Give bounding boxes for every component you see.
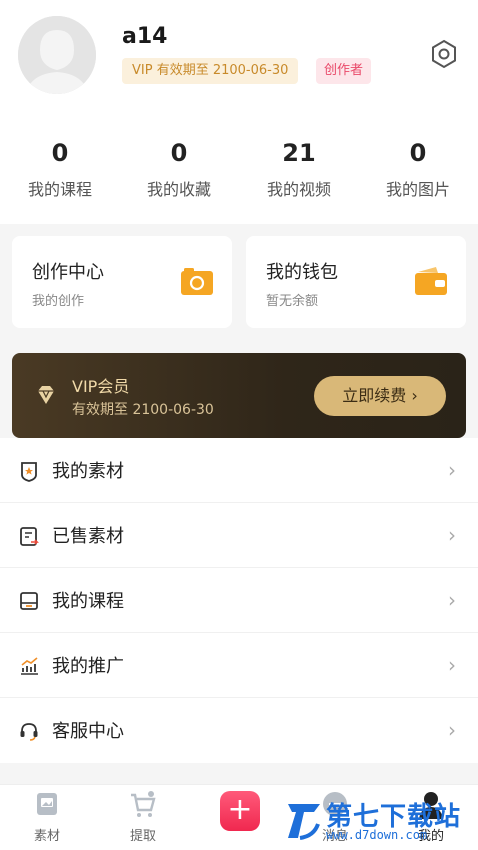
stat-courses[interactable]: 0 我的课程 xyxy=(10,138,110,200)
watermark-url: www.d7down.com xyxy=(326,828,428,842)
diamond-icon xyxy=(38,386,54,404)
watermark-logo-icon xyxy=(288,804,320,840)
menu-label: 我的课程 xyxy=(52,591,124,612)
headset-icon xyxy=(18,720,40,742)
stat-value: 0 xyxy=(51,139,69,167)
card-title: 创作中心 xyxy=(32,262,104,283)
stat-value: 21 xyxy=(282,139,316,167)
profile-header: a14 VIP 有效期至 2100-06-30 创作者 xyxy=(0,0,478,120)
menu-label: 我的推广 xyxy=(52,656,124,677)
creator-badge: 创作者 xyxy=(316,58,372,84)
menu-item-my-materials[interactable]: 我的素材 › xyxy=(0,438,478,503)
nav-label: 提取 xyxy=(129,829,156,844)
promotion-icon xyxy=(18,655,40,677)
chevron-right-icon: › xyxy=(448,653,456,677)
nav-tab-extract[interactable]: 提取 xyxy=(103,789,183,844)
card-subtitle: 我的创作 xyxy=(32,294,85,309)
vip-membership-banner[interactable]: VIP会员 有效期至 2100-06-30 立即续费 › xyxy=(12,353,466,438)
wallet-card[interactable]: 我的钱包 暂无余额 xyxy=(246,236,466,328)
avatar[interactable] xyxy=(18,16,96,94)
gallery-icon xyxy=(37,793,57,815)
vip-expiry: 有效期至 2100-06-30 xyxy=(72,402,214,418)
settings-icon[interactable] xyxy=(428,38,460,70)
wallet-icon xyxy=(414,266,448,296)
chevron-right-icon: › xyxy=(448,523,456,547)
material-icon xyxy=(18,460,40,482)
username: a14 xyxy=(122,24,168,49)
publish-button[interactable]: + xyxy=(220,791,260,831)
stat-label: 我的收藏 xyxy=(146,180,211,199)
stat-favorites[interactable]: 0 我的收藏 xyxy=(129,138,229,200)
menu-item-sold-materials[interactable]: 已售素材 › xyxy=(0,503,478,568)
card-title: 我的钱包 xyxy=(266,262,338,283)
card-subtitle: 暂无余额 xyxy=(266,294,319,309)
course-icon xyxy=(18,590,40,612)
menu-label: 已售素材 xyxy=(52,526,124,547)
stat-value: 0 xyxy=(170,139,188,167)
menu-item-customer-service[interactable]: 客服中心 › xyxy=(0,698,478,763)
stats-row: 0 我的课程 0 我的收藏 21 我的视频 0 我的图片 xyxy=(0,120,478,224)
vip-expiry-badge: VIP 有效期至 2100-06-30 xyxy=(122,58,299,84)
stat-videos[interactable]: 21 我的视频 xyxy=(249,138,349,200)
creation-center-card[interactable]: 创作中心 我的创作 xyxy=(12,236,232,328)
nav-label: 素材 xyxy=(33,829,60,844)
chevron-right-icon: › xyxy=(448,458,456,482)
menu-list: 我的素材 › 已售素材 › 我的课程 › 我的推广 › 客服中心 › xyxy=(0,438,478,763)
vip-title: VIP会员 xyxy=(72,377,130,396)
chevron-right-icon: › xyxy=(448,718,456,742)
stat-images[interactable]: 0 我的图片 xyxy=(368,138,468,200)
sold-icon xyxy=(18,525,40,547)
stat-label: 我的视频 xyxy=(266,180,331,199)
cart-icon xyxy=(131,791,156,817)
menu-label: 客服中心 xyxy=(52,721,124,742)
stat-label: 我的课程 xyxy=(27,180,92,199)
stat-value: 0 xyxy=(409,139,427,167)
menu-item-my-courses[interactable]: 我的课程 › xyxy=(0,568,478,633)
stat-label: 我的图片 xyxy=(385,180,450,199)
plus-icon: + xyxy=(227,792,253,827)
renew-button[interactable]: 立即续费 › xyxy=(314,376,446,416)
nav-tab-materials[interactable]: 素材 xyxy=(7,789,87,844)
chevron-right-icon: › xyxy=(448,588,456,612)
menu-label: 我的素材 xyxy=(52,461,124,482)
watermark: 第七下载站 www.d7down.com xyxy=(284,796,478,850)
camera-icon xyxy=(180,266,214,296)
menu-item-my-promotion[interactable]: 我的推广 › xyxy=(0,633,478,698)
avatar-placeholder-icon xyxy=(18,16,96,94)
